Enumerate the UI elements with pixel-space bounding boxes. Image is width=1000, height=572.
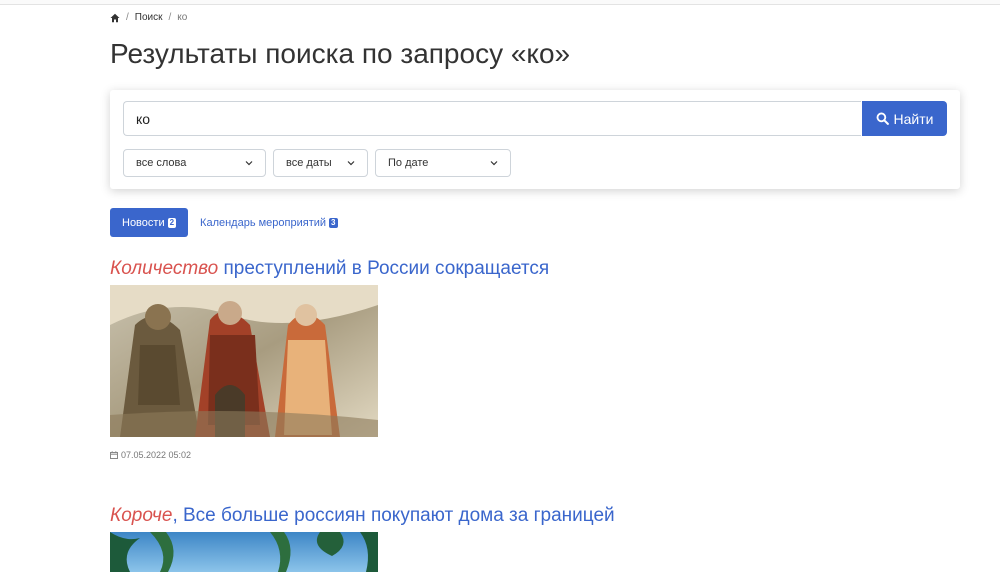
- result-title-text: , Все больше россиян покупают дома за гр…: [172, 505, 615, 526]
- result-date-text: 07.05.2022 05:02: [121, 450, 192, 460]
- search-button-label: Найти: [893, 110, 934, 127]
- chevron-down-icon: [490, 161, 498, 166]
- result-title-text: преступлений в России сокращается: [218, 258, 550, 279]
- breadcrumb-separator: /: [126, 12, 129, 23]
- sort-value: По дате: [388, 157, 429, 169]
- chevron-down-icon: [347, 161, 355, 166]
- breadcrumb-search-link[interactable]: Поиск: [135, 12, 163, 23]
- top-border: [0, 0, 1000, 5]
- result-thumbnail-image[interactable]: [110, 532, 378, 572]
- result-date: 07.05.2022 05:02: [110, 450, 549, 460]
- breadcrumb-separator: /: [168, 12, 172, 23]
- result-title-highlight: Короче: [110, 505, 173, 526]
- dates-filter-select[interactable]: все даты: [273, 149, 368, 177]
- breadcrumb: / Поиск / ко: [110, 12, 187, 23]
- tab-news[interactable]: Новости 2: [110, 208, 189, 237]
- tab-events-label: Календарь мероприятий: [200, 216, 327, 229]
- search-button[interactable]: Найти: [862, 101, 947, 136]
- result-item: Количество преступлений в России сокраща…: [110, 258, 549, 460]
- tab-events-calendar[interactable]: Календарь мероприятий 3: [188, 208, 349, 237]
- result-title-link[interactable]: Короче, Все больше россиян покупают дома…: [110, 505, 615, 527]
- page-title: Результаты поиска по запросу «ко»: [110, 38, 571, 69]
- calendar-icon: [110, 451, 118, 459]
- tab-news-count-badge: 2: [167, 217, 177, 228]
- result-tabs: Новости 2 Календарь мероприятий 3: [110, 208, 350, 237]
- sort-select[interactable]: По дате: [375, 149, 511, 177]
- search-icon: [876, 112, 889, 125]
- tab-events-count-badge: 3: [329, 217, 338, 228]
- result-title-link[interactable]: Количество преступлений в России сокраща…: [110, 258, 549, 280]
- words-filter-select[interactable]: все слова: [123, 149, 266, 177]
- search-input[interactable]: [123, 101, 861, 136]
- chevron-down-icon: [245, 161, 253, 166]
- words-filter-value: все слова: [136, 157, 187, 169]
- tab-news-label: Новости: [122, 216, 165, 229]
- result-item: Короче, Все больше россиян покупают дома…: [110, 505, 615, 572]
- breadcrumb-current: ко: [177, 12, 188, 23]
- dates-filter-value: все даты: [286, 157, 332, 169]
- result-thumbnail-image[interactable]: [110, 285, 378, 437]
- search-panel: Найти все слова все даты По дате: [110, 90, 960, 189]
- home-icon[interactable]: [110, 13, 120, 23]
- result-title-highlight: Количество: [110, 258, 219, 279]
